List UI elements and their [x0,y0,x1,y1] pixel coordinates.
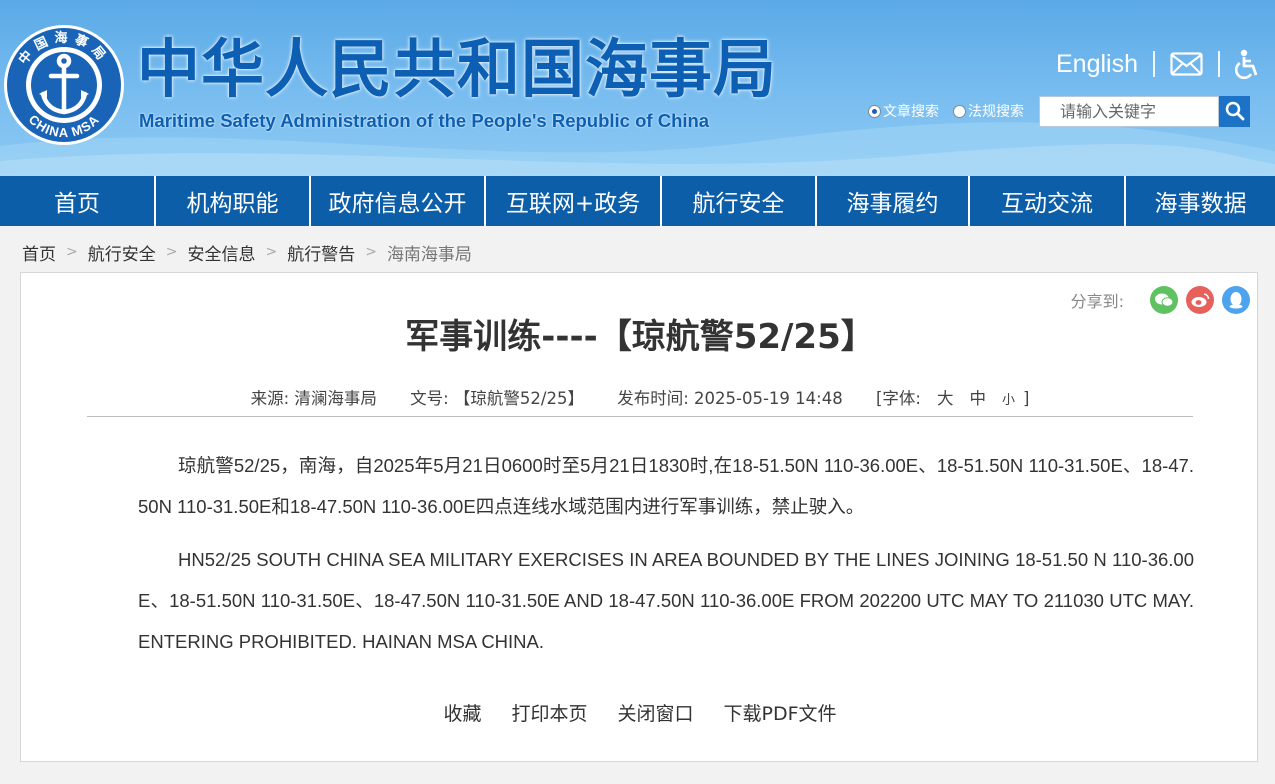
breadcrumb-navigation-warning[interactable]: 航行警告 [287,240,355,265]
chevron-right-icon: > [66,244,78,260]
article-meta: 来源: 清澜海事局 文号: 【琼航警52/25】 发布时间: 2025-05-1… [21,385,1259,409]
article-title: 军事训练----【琼航警52/25】 [405,317,875,357]
accessibility-icon[interactable] [1235,49,1261,79]
article-panel: 分享到: 军事训练----【琼航警52/25】 来源: 清澜海事局 文号: 【琼… [20,272,1258,762]
english-link[interactable]: English [1056,50,1138,79]
favorite-button[interactable]: 收藏 [443,699,481,726]
divider [1153,51,1155,77]
radio-checked-icon[interactable] [868,104,881,118]
nav-item-compliance[interactable]: 海事履约 [817,176,970,226]
site-header: 中国海事局 CHINA MSA 中华人民共和国海事局 Maritime Safe… [0,0,1275,176]
font-size-large-button[interactable]: 大 [937,389,954,408]
article-actions: 收藏 打印本页 关闭窗口 下载PDF文件 [21,699,1259,726]
font-size-small-button[interactable]: 小 [1002,393,1015,408]
breadcrumb-navigation-safety[interactable]: 航行安全 [88,240,156,265]
search-option-article[interactable]: 文章搜索 [868,101,939,121]
article-doc-number: 文号: 【琼航警52/25】 [410,389,584,408]
title-divider [87,416,1193,417]
chevron-right-icon: > [265,244,278,260]
breadcrumb-home[interactable]: 首页 [22,240,56,265]
article-body: 琼航警52/25，南海，自2025年5月21日0600时至5月21日1830时,… [138,445,1194,674]
font-size-label: [字体: [875,389,921,408]
search-icon [1225,101,1244,121]
close-window-button[interactable]: 关闭窗口 [617,699,693,726]
nav-item-navigation-safety[interactable]: 航行安全 [662,176,817,226]
divider [1218,51,1220,77]
font-size-medium-button[interactable]: 中 [969,389,986,408]
site-title-english: Maritime Safety Administration of the Pe… [139,110,710,131]
main-nav: 首页 机构职能 政府信息公开 互联网+政务 航行安全 海事履约 互动交流 海事数… [0,176,1275,226]
print-button[interactable]: 打印本页 [511,699,587,726]
search-option-law[interactable]: 法规搜索 [953,101,1024,121]
article-paragraph-chinese: 琼航警52/25，南海，自2025年5月21日0600时至5月21日1830时,… [138,455,1194,517]
article-publish-time: 发布时间: 2025-05-19 14:48 [617,389,843,408]
radio-unchecked-icon[interactable] [953,104,966,118]
china-msa-logo[interactable]: 中国海事局 CHINA MSA [3,24,125,146]
top-links: English [1056,46,1261,82]
nav-item-home[interactable]: 首页 [0,176,156,226]
nav-item-data[interactable]: 海事数据 [1126,176,1275,226]
article-source: 来源: 清澜海事局 [250,389,377,408]
nav-item-gov-info[interactable]: 政府信息公开 [311,176,486,226]
mail-icon[interactable] [1170,52,1203,76]
nav-item-functions[interactable]: 机构职能 [156,176,311,226]
nav-item-internet-gov[interactable]: 互联网+政务 [486,176,662,226]
font-size-bracket: ] [1023,389,1030,408]
breadcrumb-safety-info[interactable]: 安全信息 [187,240,255,265]
article-paragraph-english: HN52/25 SOUTH CHINA SEA MILITARY EXERCIS… [138,549,1194,652]
search-input[interactable] [1039,95,1219,127]
search-button[interactable] [1219,95,1250,127]
nav-item-interaction[interactable]: 互动交流 [970,176,1126,226]
site-title-chinese: 中华人民共和国海事局 [137,33,777,106]
chevron-right-icon: > [165,244,178,260]
search-area: 文章搜索 法规搜索 [868,95,1250,127]
download-pdf-button[interactable]: 下载PDF文件 [724,699,837,726]
breadcrumb-current: 海南海事局 [386,244,472,265]
chevron-right-icon: > [365,244,377,260]
breadcrumb: 首页 > 航行安全 > 安全信息 > 航行警告 > 海南海事局 [22,238,472,266]
